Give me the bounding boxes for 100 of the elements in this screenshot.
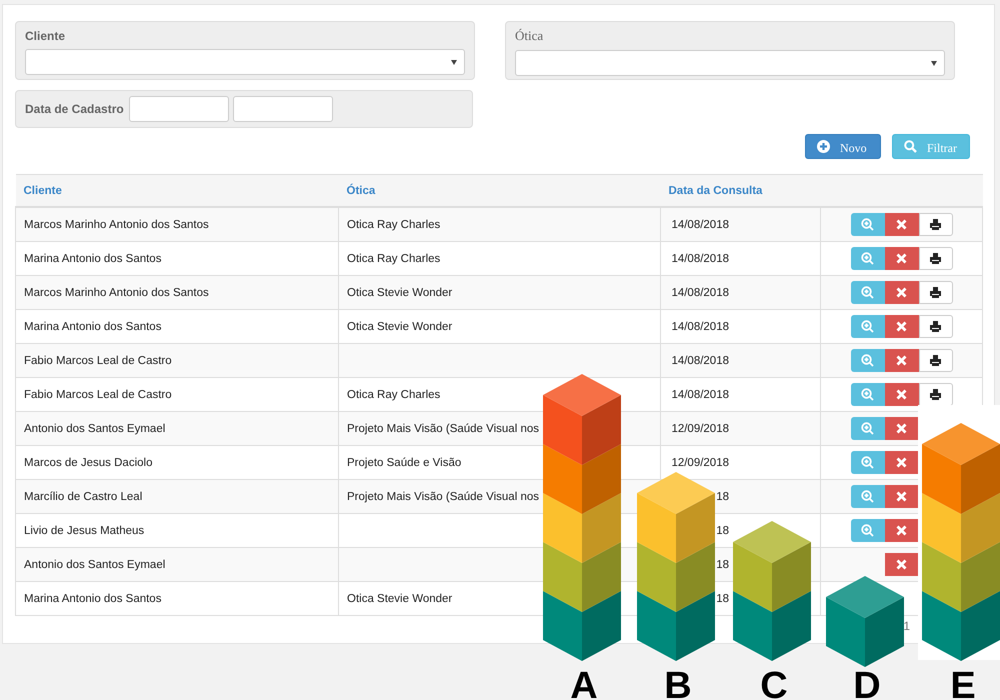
zoom-button[interactable]: [850, 281, 884, 304]
column-header: Ótica: [346, 184, 376, 196]
table-cell: Antonio dos Santos Eymael: [24, 422, 166, 434]
delete-button[interactable]: [884, 213, 918, 236]
date-input-field[interactable]: [128, 96, 229, 122]
delete-button[interactable]: [884, 247, 918, 270]
caret-icon: [451, 60, 457, 64]
delete-button[interactable]: [884, 315, 918, 338]
print-button[interactable]: [918, 213, 952, 236]
zoom-in-icon: [861, 490, 874, 503]
table-cell-text: 14/08/2018: [670, 286, 729, 298]
table-cell: Fabio Marcos Leal de Castro: [24, 354, 172, 366]
filter-label: Ótica: [515, 28, 544, 44]
zoom-button[interactable]: [850, 349, 884, 372]
table-cell: Otica Stevie Wonder: [347, 592, 452, 604]
delete-button[interactable]: [884, 451, 918, 474]
zoom-button[interactable]: [850, 247, 884, 270]
close-icon: [895, 524, 908, 537]
table-cell-text: 12/09/2018: [670, 422, 729, 434]
close-icon: [895, 354, 908, 367]
zoom-in-icon: [861, 218, 874, 231]
zoom-button[interactable]: [850, 417, 884, 440]
print-button[interactable]: [918, 247, 952, 270]
column-letter: E: [950, 665, 976, 700]
table-cell-text: 14/08/2018: [670, 252, 729, 264]
zoom-in-icon: [861, 422, 874, 435]
page-link[interactable]: 1: [903, 619, 910, 633]
delete-button[interactable]: [884, 553, 918, 576]
table-cell-text: 14/08/2018: [670, 388, 729, 400]
zoom-in-icon: [861, 286, 874, 299]
select-field[interactable]: [25, 49, 465, 75]
table-cell: Projeto Saúde e Visão: [347, 456, 462, 468]
table-cell: Otica Ray Charles: [347, 218, 440, 230]
zoom-in-icon: [861, 524, 874, 537]
close-icon: [895, 558, 908, 571]
close-icon: [895, 252, 908, 265]
zoom-in-icon: [861, 354, 874, 367]
table-cell: Otica Stevie Wonder: [347, 320, 452, 332]
delete-button[interactable]: [884, 383, 918, 406]
printer-icon: [929, 354, 942, 367]
delete-button[interactable]: [884, 349, 918, 372]
table-cell: Marcílio de Castro Leal: [24, 490, 142, 502]
zoom-button[interactable]: [850, 383, 884, 406]
zoom-in-icon: [861, 320, 874, 333]
table-cell-text: 14/08/2018: [670, 218, 729, 230]
zoom-button[interactable]: [850, 485, 884, 508]
print-button[interactable]: [918, 383, 952, 406]
delete-button[interactable]: [884, 519, 918, 542]
delete-button[interactable]: [884, 417, 918, 440]
print-button[interactable]: [918, 281, 952, 304]
plus-circle-icon: [817, 140, 830, 153]
close-icon: [895, 388, 908, 401]
zoom-button[interactable]: [850, 451, 884, 474]
close-icon: [895, 218, 908, 231]
print-button[interactable]: [918, 349, 952, 372]
zoom-in-icon: [861, 456, 874, 469]
table-cell-text: 18: [715, 490, 729, 502]
close-icon: [895, 490, 908, 503]
column-header: Data da Consulta: [668, 184, 762, 196]
zoom-button[interactable]: [850, 213, 884, 236]
new-button[interactable]: Novo: [805, 134, 881, 159]
zoom-in-icon: [861, 252, 874, 265]
table-cell: Otica Ray Charles: [347, 388, 440, 400]
print-button[interactable]: [918, 315, 952, 338]
table-cell: Marina Antonio dos Santos: [24, 592, 162, 604]
table-cell: Marina Antonio dos Santos: [24, 320, 162, 332]
column-letter: B: [664, 665, 692, 700]
column-letter: D: [853, 665, 881, 700]
close-icon: [895, 320, 908, 333]
filter-button[interactable]: Filtrar: [892, 134, 970, 159]
column-letter: A: [570, 665, 598, 700]
table-cell-text: 14/08/2018: [670, 354, 729, 366]
zoom-in-icon: [861, 388, 874, 401]
zoom-button[interactable]: [850, 519, 884, 542]
table-cell: Fabio Marcos Leal de Castro: [24, 388, 172, 400]
column-header: Cliente: [24, 184, 62, 196]
printer-icon: [929, 320, 942, 333]
table-cell: Marcos de Jesus Daciolo: [24, 456, 152, 468]
printer-icon: [929, 252, 942, 265]
printer-icon: [929, 286, 942, 299]
select-field[interactable]: [515, 50, 945, 76]
filter-label: Cliente: [25, 29, 66, 43]
delete-button[interactable]: [884, 281, 918, 304]
table-cell-text: 18: [715, 524, 729, 536]
table-cell: Marina Antonio dos Santos: [24, 252, 162, 264]
close-icon: [895, 422, 908, 435]
date-input-field[interactable]: [232, 96, 333, 122]
printer-icon: [929, 218, 942, 231]
close-icon: [895, 456, 908, 469]
filter-label: Data de Cadastro: [25, 102, 124, 116]
zoom-button[interactable]: [850, 315, 884, 338]
table-cell-text: 12/09/2018: [670, 456, 729, 468]
table-cell: Otica Stevie Wonder: [347, 286, 452, 298]
search-icon: [904, 140, 917, 153]
table-cell-text: 14/08/2018: [670, 320, 729, 332]
caret-icon: [931, 60, 937, 66]
delete-button[interactable]: [884, 485, 918, 508]
close-icon: [895, 286, 908, 299]
table-cell-text: 18: [715, 558, 729, 570]
table-cell: Marcos Marinho Antonio dos Santos: [24, 218, 209, 230]
